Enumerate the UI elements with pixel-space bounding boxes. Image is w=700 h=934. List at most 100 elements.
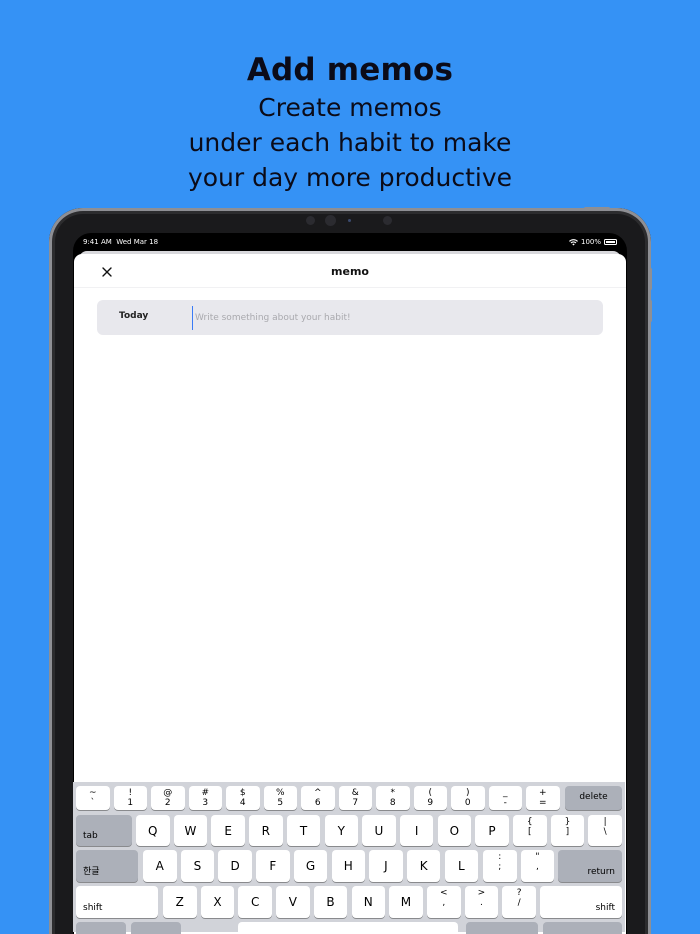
key-v-label: V [288,895,297,909]
key-k[interactable]: K [406,850,441,882]
bottom-row-key-1[interactable] [131,922,181,934]
key-0-number[interactable]: ~ ` [76,786,110,810]
key-y[interactable]: Y [324,815,358,846]
camera-dot [306,216,315,225]
key-1-number-label: 1 [127,798,134,808]
key-c[interactable]: C [238,886,272,918]
bottom-row-key-2[interactable] [238,922,458,934]
key-bracket-2[interactable]: | \ [588,815,622,846]
key-x-label: X [213,895,222,909]
status-date-text: Wed Mar 18 [116,238,159,246]
bottom-row-key-4[interactable] [543,922,622,934]
key-l-label: L [458,859,465,873]
key-6-number[interactable]: ^ 6 [301,786,335,810]
promo-line-3: your day more productive [187,163,513,192]
promo-title: Add memos [246,52,454,88]
key-t[interactable]: T [286,815,321,846]
tab-key[interactable]: tab [76,815,132,846]
key-q[interactable]: Q [136,815,170,846]
promo-headline: Add memos Create memos under each habit … [0,50,700,195]
volume-button [649,268,652,290]
key-6-number-label: 6 [314,798,321,808]
key-r[interactable]: R [249,815,283,846]
key-punct-z-2[interactable]: ? / [502,886,536,918]
bottom-row-key-3[interactable] [466,922,538,934]
key-i[interactable]: I [399,815,434,846]
key-x[interactable]: X [200,886,235,918]
key-11-number-shift-label: _ [503,788,508,798]
key-l[interactable]: L [444,850,479,882]
key-0-number-label: ` [90,798,96,808]
key-h[interactable]: H [331,850,365,882]
key-punct-z-0[interactable]: <, [427,886,461,918]
promo-line-2: under each habit to make [188,128,512,157]
key-7-number[interactable]: & 7 [338,786,372,810]
key-12-number[interactable]: + = [526,786,560,810]
sensor-dot [348,219,351,222]
key-q-label: Q [148,824,158,838]
key-z[interactable]: Z [163,886,197,918]
lang-switch-key[interactable]: 한글 [76,850,138,882]
battery-icon [604,239,617,245]
key-m[interactable]: M [389,886,423,918]
key-u[interactable]: U [362,815,396,846]
key-d-label: D [230,859,240,873]
shift-left-key[interactable]: shift [76,886,158,918]
key-8-number[interactable]: * 8 [376,786,410,810]
key-g-label: G [305,859,316,873]
key-punct-z-1-label: . [480,898,483,908]
key-a[interactable]: A [143,850,177,882]
device-screen: 9:41 AM Wed Mar 18 100% memo Today ~`!1@… [73,233,627,934]
key-j[interactable]: J [369,850,403,882]
key-bracket-2-label: \ [603,827,607,837]
tab-key-label: tab [83,831,98,841]
on-screen-keyboard: ~ `! 1 @2 #3 $4% 5 ^ 6 & 7 * 8(9) 0 _ - + = delete tab Q W E R T… [73,782,625,934]
key-bracket-1[interactable]: }] [550,815,585,846]
key-8-number-label: 8 [389,798,396,808]
battery-percent: 100% [580,238,601,246]
key-punct-z-2-shift-label: ? [516,888,522,898]
key-f[interactable]: F [256,850,290,882]
key-11-number-label: - [503,798,507,808]
key-g[interactable]: G [293,850,328,882]
key-2-number[interactable]: @2 [151,786,185,810]
key-v[interactable]: V [276,886,310,918]
key-n[interactable]: N [351,886,385,918]
sheet-nav-bar: memo [74,254,626,288]
key-b[interactable]: B [313,886,348,918]
key-z-label: Z [175,895,184,909]
key-t-label: T [299,824,308,838]
key-4-number-label: 4 [239,798,246,808]
key-5-number[interactable]: % 5 [263,786,297,810]
key-bracket-0[interactable]: {[ [513,815,547,846]
shift-right-key[interactable]: shift [540,886,622,918]
key-bracket-0-shift-label: { [526,817,533,827]
memo-date-label: Today [119,311,149,321]
key-o[interactable]: O [437,815,472,846]
key-10-number[interactable]: ) 0 [451,786,485,810]
status-bar: 9:41 AM Wed Mar 18 100% [73,233,627,251]
key-4-number[interactable]: $4 [226,786,260,810]
key-0-number-shift-label: ~ [88,788,97,798]
key-3-number[interactable]: #3 [188,786,222,810]
key-w[interactable]: W [173,815,208,846]
volume-button-2 [649,300,652,322]
key-e[interactable]: E [211,815,245,846]
key-d[interactable]: D [218,850,252,882]
key-p[interactable]: P [475,815,509,846]
delete-key[interactable]: delete [565,786,622,810]
key-punct-a-0[interactable]: :; [483,850,517,882]
key-5-number-label: 5 [277,798,284,808]
key-1-number[interactable]: ! 1 [113,786,147,810]
key-9-number[interactable]: (9 [413,786,447,810]
key-bracket-2-shift-label: | [603,817,607,827]
key-5-number-shift-label: % [275,788,285,798]
return-key[interactable]: return [558,850,622,882]
key-punct-a-1[interactable]: ", [520,850,555,882]
key-punct-z-1[interactable]: >. [464,886,499,918]
key-s[interactable]: S [180,850,215,882]
bottom-row-key-0[interactable] [76,922,126,934]
memo-input[interactable] [192,306,592,330]
key-11-number[interactable]: _ - [488,786,522,810]
key-12-number-shift-label: + [538,788,547,798]
